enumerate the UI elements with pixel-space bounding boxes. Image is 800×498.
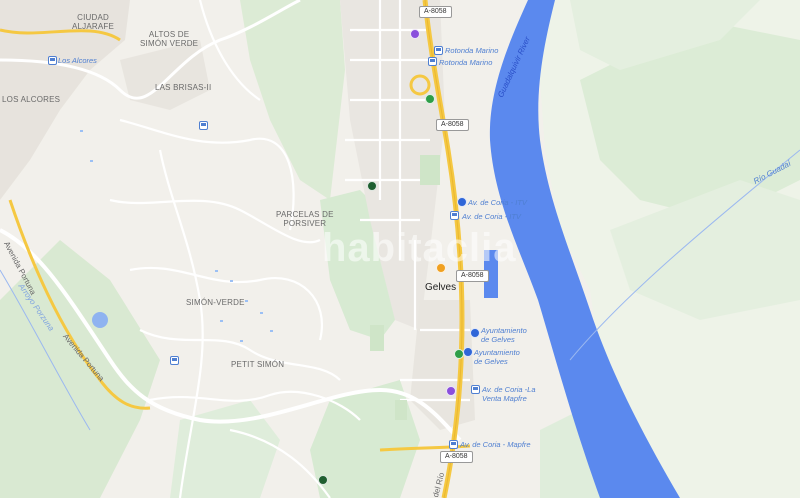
poi-marker-green[interactable] [425, 94, 435, 104]
map-view[interactable]: habitaclia CIUDAD ALJARAFE ALTOS DE SIMÓ… [0, 0, 800, 498]
bus-stop-icon[interactable] [450, 211, 459, 220]
poi-marker-orange[interactable] [436, 263, 446, 273]
area-label-los-alcores: LOS ALCORES [2, 95, 61, 104]
watermark: habitaclia [322, 226, 517, 270]
road-shield-a8058: A-8058 [436, 119, 469, 131]
poi-marker-dark-green[interactable] [318, 475, 328, 485]
bus-stop-icon[interactable] [170, 356, 179, 365]
area-label-altos-simon-verde: ALTOS DE SIMÓN VERDE [140, 30, 199, 48]
bus-stop-label-rotonda-marino[interactable]: Rotonda Marino [445, 46, 498, 55]
bus-stop-icon[interactable] [471, 385, 480, 394]
bus-stop-label-los-alcores[interactable]: Los Alcores [58, 56, 97, 65]
area-label-simon-verde: SIMÓN-VERDE [186, 298, 245, 307]
bus-stop-icon[interactable] [434, 46, 443, 55]
poi-marker-blue[interactable] [470, 328, 480, 338]
bus-stop-icon[interactable] [428, 57, 437, 66]
bus-stop-label-rotonda-marino[interactable]: Rotonda Marino [439, 58, 492, 67]
road-shield-a8058: A-8058 [440, 451, 473, 463]
bus-stop-icon[interactable] [199, 121, 208, 130]
area-label-parcelas-porsiver: PARCELAS DE PORSIVER [276, 210, 334, 228]
poi-marker-dark-green[interactable] [367, 181, 377, 191]
bus-stop-label-av-coria-itv[interactable]: Av. de Coria - ITV [462, 212, 521, 221]
poi-marker-purple[interactable] [410, 29, 420, 39]
town-label-gelves: Gelves [425, 282, 457, 293]
bus-stop-label-ayuntamiento[interactable]: Ayuntamiento de Gelves [474, 348, 520, 366]
area-label-petit-simon: PETIT SIMÓN [231, 360, 285, 369]
area-label-ciudad-aljarafe: CIUDAD ALJARAFE [72, 13, 115, 31]
bus-stop-icon[interactable] [48, 56, 57, 65]
poi-marker-blue[interactable] [463, 347, 473, 357]
bus-stop-label-av-coria-itv[interactable]: Av. de Coria - ITV [468, 198, 527, 207]
poi-marker-purple[interactable] [446, 386, 456, 396]
road-shield-a8058: A-8058 [456, 270, 489, 282]
area-label-las-brisas: LAS BRISAS-II [155, 83, 212, 92]
bus-stop-label-venta-mapfre[interactable]: Av. de Coria -La Venta Mapfre [482, 385, 536, 403]
road-shield-a8058: A-8058 [419, 6, 452, 18]
poi-marker-blue[interactable] [457, 197, 467, 207]
bus-stop-label-ayuntamiento[interactable]: Ayuntamiento de Gelves [481, 326, 527, 344]
bus-stop-label-coria-mapfre[interactable]: Av. de Coria - Mapfre [460, 440, 531, 449]
bus-stop-icon[interactable] [449, 440, 458, 449]
